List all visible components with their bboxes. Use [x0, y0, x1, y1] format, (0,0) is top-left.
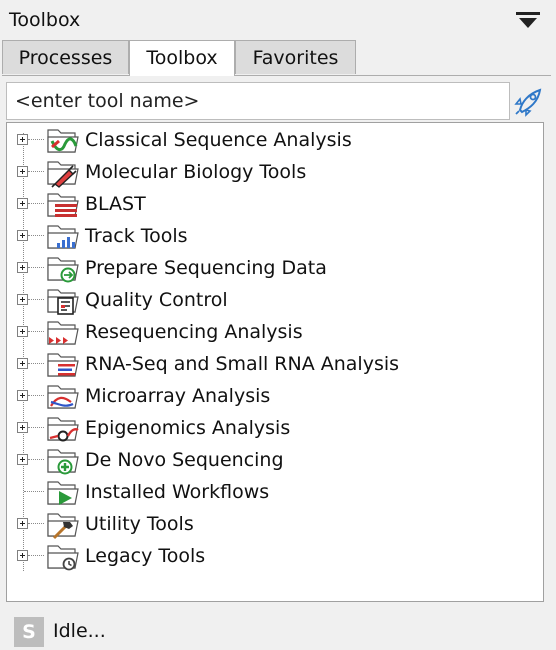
utility-tools-icon: [47, 513, 79, 540]
tree-item-label: Quality Control: [85, 289, 228, 311]
tree-item-label: Track Tools: [85, 225, 188, 247]
tree-item-classical-sequence-analysis[interactable]: Classical Sequence Analysis: [7, 125, 537, 157]
tree-item-utility-tools[interactable]: Utility Tools: [7, 509, 537, 541]
microarray-analysis-icon: [47, 385, 79, 409]
expand-icon[interactable]: [17, 454, 28, 465]
tab-bar: Processes Toolbox Favorites: [2, 40, 554, 76]
rocket-icon[interactable]: [512, 84, 546, 118]
tree-item-installed-workflows[interactable]: Installed Workflows: [7, 477, 537, 509]
tab-toolbox[interactable]: Toolbox: [129, 40, 235, 76]
blast-icon: [47, 193, 79, 217]
tree-item-label: Installed Workflows: [85, 481, 270, 503]
tree-item-rna-seq[interactable]: RNA-Seq and Small RNA Analysis: [7, 349, 537, 381]
tree-item-label: Microarray Analysis: [85, 385, 271, 407]
toolbox-tree: Classical Sequence Analysis Molecular Bi…: [6, 122, 544, 602]
de-novo-sequencing-icon: [47, 449, 79, 475]
tree-item-label: BLAST: [85, 193, 146, 215]
legacy-tools-icon: [47, 545, 79, 571]
expand-icon[interactable]: [17, 230, 28, 241]
expand-icon[interactable]: [17, 294, 28, 305]
tree-item-epigenomics-analysis[interactable]: Epigenomics Analysis: [7, 413, 537, 445]
tree-item-label: De Novo Sequencing: [85, 449, 284, 471]
tab-favorites[interactable]: Favorites: [235, 40, 356, 74]
status-text: Idle...: [53, 620, 106, 642]
panel-title: Toolbox: [9, 9, 81, 31]
tool-search-input[interactable]: [6, 82, 510, 120]
prepare-sequencing-data-icon: [47, 257, 79, 283]
tree-item-molecular-biology-tools[interactable]: Molecular Biology Tools: [7, 157, 537, 189]
tree-item-blast[interactable]: BLAST: [7, 189, 537, 221]
track-tools-icon: [47, 225, 79, 249]
status-bar: S Idle...: [0, 606, 556, 650]
rna-seq-icon: [47, 353, 79, 377]
molecular-biology-tools-icon: [47, 161, 79, 188]
expand-icon[interactable]: [17, 262, 28, 273]
tree-item-de-novo-sequencing[interactable]: De Novo Sequencing: [7, 445, 537, 477]
expand-icon[interactable]: [17, 518, 28, 529]
tree-item-label: Resequencing Analysis: [85, 321, 303, 343]
tree-item-resequencing-analysis[interactable]: Resequencing Analysis: [7, 317, 537, 349]
expand-icon[interactable]: [17, 550, 28, 561]
status-icon: S: [14, 617, 44, 647]
tree-item-label: RNA-Seq and Small RNA Analysis: [85, 353, 400, 375]
tree-item-label: Epigenomics Analysis: [85, 417, 291, 439]
tab-divider: [2, 75, 551, 76]
tab-processes[interactable]: Processes: [2, 40, 129, 74]
resequencing-analysis-icon: [47, 321, 79, 345]
tree-item-label: Molecular Biology Tools: [85, 161, 307, 183]
tree-item-track-tools[interactable]: Track Tools: [7, 221, 537, 253]
tree-item-label: Utility Tools: [85, 513, 194, 535]
tree-item-legacy-tools[interactable]: Legacy Tools: [7, 541, 537, 573]
tree-item-quality-control[interactable]: Quality Control: [7, 285, 537, 317]
tree-item-prepare-sequencing-data[interactable]: Prepare Sequencing Data: [7, 253, 537, 285]
tree-item-microarray-analysis[interactable]: Microarray Analysis: [7, 381, 537, 413]
expand-icon[interactable]: [17, 390, 28, 401]
classical-sequence-analysis-icon: [47, 129, 79, 153]
epigenomics-analysis-icon: [47, 417, 79, 442]
tree-item-label: Classical Sequence Analysis: [85, 129, 352, 151]
quality-control-icon: [47, 289, 79, 315]
expand-icon[interactable]: [17, 198, 28, 209]
tree-item-label: Legacy Tools: [85, 545, 206, 567]
expand-icon[interactable]: [17, 134, 28, 145]
expand-icon[interactable]: [17, 326, 28, 337]
expand-icon[interactable]: [17, 358, 28, 369]
installed-workflows-icon: [47, 481, 79, 505]
expand-icon[interactable]: [17, 422, 28, 433]
expand-icon[interactable]: [17, 166, 28, 177]
tree-item-label: Prepare Sequencing Data: [85, 257, 327, 279]
dropdown-menu-icon[interactable]: [516, 11, 540, 29]
panel-header: Toolbox: [0, 0, 556, 40]
